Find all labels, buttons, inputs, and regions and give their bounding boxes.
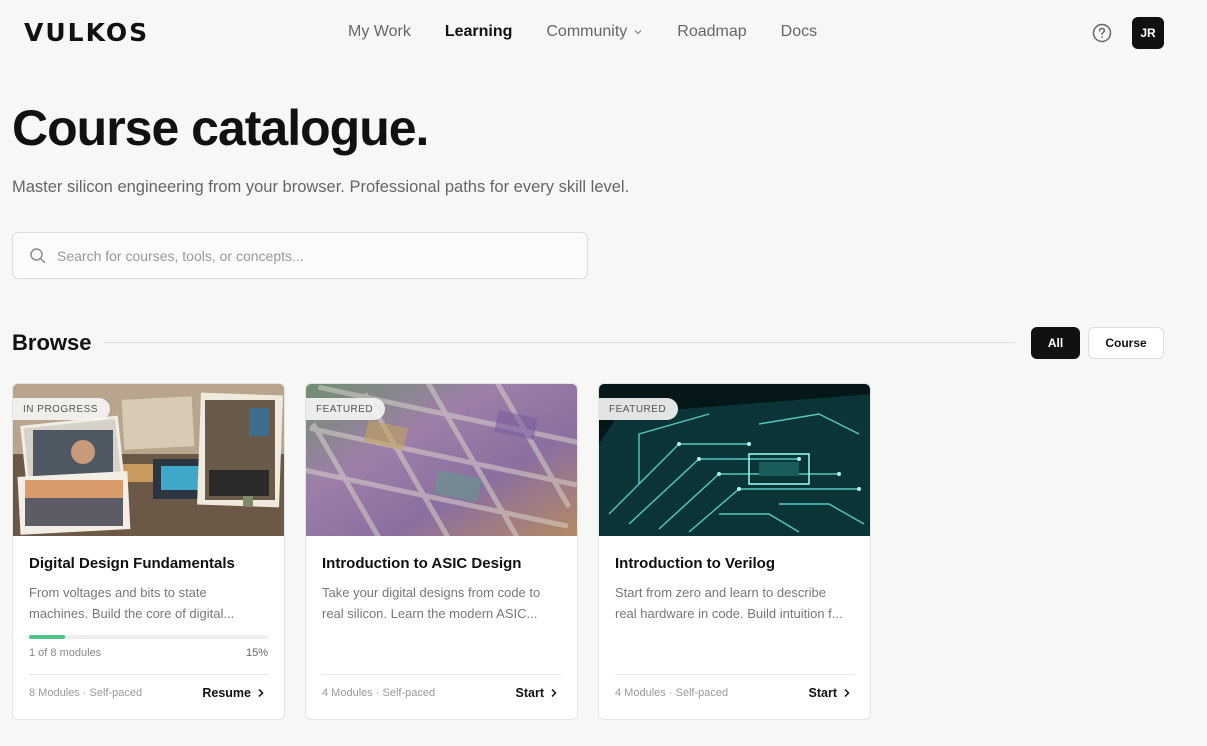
course-progress-fill: [29, 635, 65, 639]
course-card-digital-design[interactable]: IN PROGRESS Digital Design Fundamentals …: [12, 383, 285, 720]
course-description: Start from zero and learn to describe re…: [615, 582, 855, 624]
course-thumbnail-collage: IN PROGRESS: [13, 384, 284, 536]
card-divider: [322, 674, 562, 675]
course-description: From voltages and bits to state machines…: [29, 582, 269, 624]
course-description-line: Take your digital designs from code to: [322, 585, 541, 600]
start-button-label: Start: [515, 686, 544, 700]
vulkos-logo[interactable]: VULKOS: [24, 19, 149, 47]
page-title: Course catalogue.: [12, 100, 429, 156]
course-description-line: real silicon. Learn the modern ASIC...: [322, 606, 538, 621]
card-divider: [29, 674, 269, 675]
page-subtitle: Master silicon engineering from your bro…: [12, 178, 630, 196]
start-button-label: Start: [808, 686, 837, 700]
section-divider: [104, 342, 1015, 343]
course-description-line: real hardware in code. Build intuition f…: [615, 606, 843, 621]
search-input[interactable]: [57, 233, 577, 278]
course-title: Digital Design Fundamentals: [29, 555, 235, 572]
chevron-right-icon: [844, 688, 850, 698]
nav-community-label: Community: [546, 23, 628, 40]
start-button[interactable]: Start: [809, 686, 851, 700]
top-nav-bar: VULKOS My Work Learning Community Roadma…: [0, 0, 1207, 66]
resume-button-label: Resume: [202, 686, 251, 700]
resume-button[interactable]: Resume: [202, 686, 265, 700]
nav-roadmap[interactable]: Roadmap: [677, 22, 746, 42]
search-icon: [30, 248, 46, 264]
main-nav: My Work Learning Community Roadmap Docs: [348, 22, 817, 42]
course-title: Introduction to ASIC Design: [322, 555, 522, 572]
card-divider: [615, 674, 855, 675]
chevron-down-icon: [634, 30, 642, 35]
question-circle-icon[interactable]: [1091, 22, 1113, 44]
chevron-right-icon: [551, 688, 557, 698]
nav-docs[interactable]: Docs: [781, 22, 817, 42]
course-title: Introduction to Verilog: [615, 555, 775, 572]
course-meta: 4 Modules · Self-paced: [615, 687, 729, 699]
course-card-verilog[interactable]: FEATURED Introduction to Verilog Start f…: [598, 383, 871, 720]
browse-heading: Browse: [12, 330, 92, 355]
course-progress-bar: [29, 635, 268, 639]
course-badge: FEATURED: [306, 398, 386, 420]
course-thumbnail-wafer: FEATURED: [306, 384, 577, 536]
filter-course-button[interactable]: Course: [1088, 327, 1164, 359]
nav-learning[interactable]: Learning: [445, 22, 513, 42]
course-description-line: Start from zero and learn to describe: [615, 585, 826, 600]
course-description: Take your digital designs from code to r…: [322, 582, 562, 624]
nav-my-work[interactable]: My Work: [348, 22, 411, 42]
course-progress-label: 1 of 8 modules: [29, 647, 102, 659]
course-thumbnail-circuit: FEATURED: [599, 384, 870, 536]
course-card-asic-design[interactable]: FEATURED Introduction to ASIC Design Tak…: [305, 383, 578, 720]
course-search-box: [12, 232, 588, 279]
course-badge: FEATURED: [599, 398, 679, 420]
nav-community[interactable]: Community: [546, 22, 643, 42]
course-progress-percent: 15%: [245, 647, 268, 659]
filter-all-button[interactable]: All: [1031, 327, 1080, 359]
course-description-line: machines. Build the core of digital...: [29, 606, 235, 621]
course-meta: 8 Modules · Self-paced: [29, 687, 143, 699]
start-button[interactable]: Start: [516, 686, 558, 700]
user-avatar[interactable]: JR: [1132, 17, 1164, 49]
course-badge: IN PROGRESS: [13, 398, 110, 420]
course-meta: 4 Modules · Self-paced: [322, 687, 436, 699]
chevron-right-icon: [258, 688, 264, 698]
course-description-line: From voltages and bits to state: [29, 585, 207, 600]
